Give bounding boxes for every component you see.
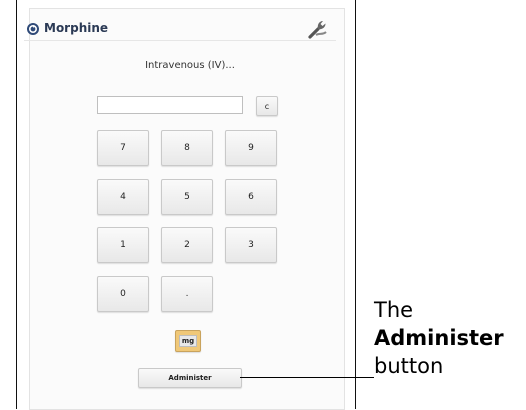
keypad-key-0[interactable]: 0 [97,276,149,312]
unit-toggle-mg[interactable]: mg [175,330,201,352]
keypad-key-1[interactable]: 1 [97,227,149,263]
keypad-key-6[interactable]: 6 [225,179,277,215]
annotation-callout: The Administer button [374,296,504,380]
panel-header: Morphine [26,18,108,38]
callout-line [240,377,374,378]
route-label: Intravenous (IV)... [145,60,235,71]
medication-title: Morphine [44,21,109,35]
clear-button[interactable]: c [256,96,278,116]
wrench-icon[interactable] [307,18,329,40]
header-divider [24,40,336,41]
unit-label: mg [178,335,198,347]
circle-arrow-icon[interactable] [26,21,40,35]
administer-button[interactable]: Administer [138,368,242,388]
annotation-line-1: The [374,298,414,322]
keypad-key-9[interactable]: 9 [225,130,277,166]
keypad-key-3[interactable]: 3 [225,227,277,263]
keypad-key-decimal[interactable]: . [161,276,213,312]
dose-entry-field[interactable] [97,96,243,114]
keypad-key-7[interactable]: 7 [97,130,149,166]
keypad-key-2[interactable]: 2 [161,227,213,263]
annotation-line-3: button [374,354,444,378]
keypad-key-5[interactable]: 5 [161,179,213,215]
keypad-key-4[interactable]: 4 [97,179,149,215]
annotation-line-2: Administer [374,326,504,350]
keypad-key-8[interactable]: 8 [161,130,213,166]
